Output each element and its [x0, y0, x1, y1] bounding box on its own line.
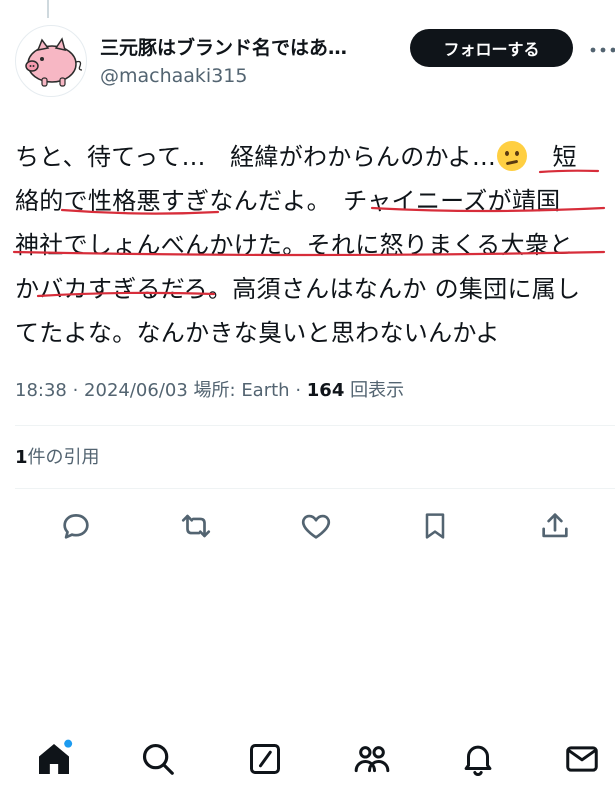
search-icon[interactable]	[136, 737, 180, 781]
tweet-line-3: 神社でしょんべんかけた。それに怒りまくる大衆と	[15, 231, 574, 259]
divider	[15, 425, 615, 426]
author-handle[interactable]: @machaaki315	[100, 63, 247, 89]
compose-icon[interactable]	[243, 737, 287, 781]
tweet-line-1-tail: 短	[528, 143, 577, 171]
tweet-location: Earth	[241, 380, 290, 401]
messages-icon[interactable]	[560, 737, 604, 781]
thread-connector	[47, 0, 49, 18]
like-icon[interactable]	[296, 506, 336, 546]
pig-avatar-icon	[25, 37, 83, 87]
tweet-line-5: てたよな。なんかきな臭いと思わないんかよ	[15, 319, 500, 347]
author-display-name[interactable]: 三元豚はブランド名ではあ…	[100, 34, 395, 62]
tweet-line-4: かバカすぎるだろ。高須さんはなんか の集団に属し	[15, 275, 581, 303]
divider	[15, 488, 615, 489]
tweet-text: ちと、待てって… 経緯がわからんのかよ… 短 絡的で性格悪すぎなんだよ。 チャイ…	[15, 135, 611, 355]
tweet-time[interactable]: 18:38	[15, 380, 67, 401]
retweet-icon[interactable]	[176, 506, 216, 546]
home-icon[interactable]	[32, 737, 76, 781]
reply-icon[interactable]	[56, 506, 96, 546]
more-options-icon[interactable]	[588, 38, 615, 62]
thinking-face-emoji-icon	[497, 141, 528, 171]
tweet-metadata: 18:38 · 2024/06/03 場所: Earth · 164 回表示	[15, 377, 404, 405]
communities-icon[interactable]	[350, 737, 394, 781]
bookmark-icon[interactable]	[415, 506, 455, 546]
quotes-label: 件の引用	[27, 447, 100, 468]
view-count: 164	[306, 380, 345, 401]
meta-separator: ·	[289, 380, 307, 401]
tweet-line-1: ちと、待てって… 経緯がわからんのかよ… 短	[15, 135, 611, 179]
avatar[interactable]	[15, 25, 87, 97]
tweet-date[interactable]: 2024/06/03	[84, 380, 188, 401]
meta-separator: ·	[66, 380, 85, 401]
share-icon[interactable]	[535, 506, 575, 546]
tweet-line-1-text: ちと、待てって… 経緯がわからんのかよ…	[15, 143, 497, 171]
quotes-count: 1	[15, 447, 28, 468]
views-label: 回表示	[344, 380, 405, 401]
tweet-line-2: 絡的で性格悪すぎなんだよ。 チャイニーズが靖国	[15, 187, 561, 215]
notifications-icon[interactable]	[456, 737, 500, 781]
follow-button[interactable]: フォローする	[410, 29, 573, 67]
quotes-count-link[interactable]: 1件の引用	[15, 444, 100, 472]
location-label: 場所:	[187, 380, 242, 401]
